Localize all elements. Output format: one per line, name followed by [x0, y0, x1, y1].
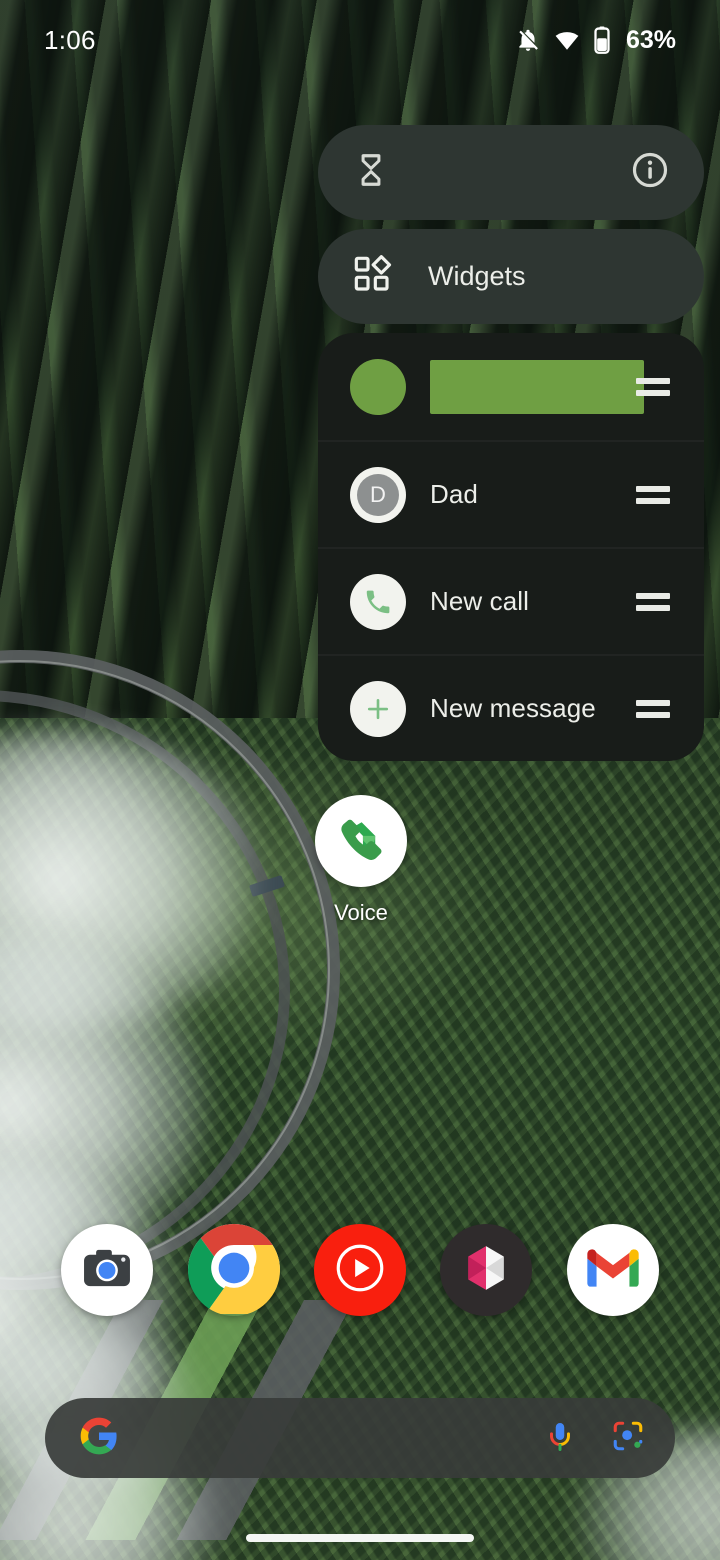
- gesture-home-bar[interactable]: [246, 1534, 474, 1542]
- popup-widgets-row[interactable]: Widgets: [318, 229, 704, 324]
- dock: [0, 1222, 720, 1318]
- shortcut-item-new-call[interactable]: New call: [318, 547, 704, 654]
- popup-widgets-label: Widgets: [428, 261, 526, 291]
- plus-icon: [350, 680, 406, 737]
- shortcut-item-dad[interactable]: D Dad: [318, 440, 704, 547]
- dock-item-chrome[interactable]: [187, 1224, 280, 1316]
- google-g-icon: [79, 1416, 119, 1461]
- popup-system-row: [318, 125, 704, 220]
- widgets-icon: [352, 254, 392, 299]
- lightroom-icon: [461, 1243, 511, 1298]
- status-icons: 63%: [515, 26, 676, 55]
- battery-percent-label: 63%: [625, 25, 676, 54]
- camera-icon: [78, 1239, 136, 1302]
- google-search-bar[interactable]: [45, 1398, 675, 1478]
- chrome-icon: [187, 1224, 280, 1316]
- shortcut-label: Dad: [430, 479, 478, 509]
- wifi-icon: [554, 27, 580, 53]
- status-bar: 1:06 63%: [0, 0, 720, 80]
- drag-handle-icon[interactable]: [636, 485, 670, 504]
- battery-icon: [593, 26, 611, 54]
- redacted-label-block: [430, 359, 644, 414]
- home-app-icon-voice[interactable]: Voice: [313, 795, 409, 926]
- dock-item-gmail[interactable]: [566, 1224, 659, 1316]
- app-icon-label: Voice: [334, 900, 388, 925]
- google-lens-icon[interactable]: [611, 1419, 645, 1458]
- search-bar-actions: [543, 1419, 645, 1458]
- microphone-icon[interactable]: [543, 1419, 577, 1458]
- drag-handle-icon[interactable]: [636, 592, 670, 611]
- drag-handle-icon[interactable]: [636, 377, 670, 396]
- google-voice-icon: [315, 795, 407, 887]
- dock-item-youtube-music[interactable]: [313, 1224, 406, 1316]
- dock-item-camera[interactable]: [61, 1224, 154, 1316]
- hourglass-icon[interactable]: [352, 151, 390, 194]
- app-long-press-popup-menu: Widgets D Dad New call New message: [318, 125, 704, 761]
- redacted-contact-icon: [350, 358, 406, 415]
- contact-avatar-icon: D: [350, 466, 406, 523]
- dock-item-lightroom[interactable]: [440, 1224, 533, 1316]
- status-clock: 1:06: [44, 24, 96, 55]
- youtube-music-icon: [331, 1239, 389, 1302]
- shortcut-item-redacted[interactable]: [318, 333, 704, 440]
- drag-handle-icon[interactable]: [636, 699, 670, 718]
- contact-initial-label: D: [357, 473, 399, 516]
- notifications-silenced-icon: [515, 27, 541, 53]
- phone-icon: [350, 573, 406, 630]
- shortcut-label: New call: [430, 586, 530, 616]
- shortcut-label: New message: [430, 693, 596, 723]
- gmail-icon: [585, 1240, 641, 1301]
- info-icon[interactable]: [630, 150, 670, 195]
- popup-shortcuts-list: D Dad New call New message: [318, 333, 704, 761]
- shortcut-item-new-message[interactable]: New message: [318, 654, 704, 761]
